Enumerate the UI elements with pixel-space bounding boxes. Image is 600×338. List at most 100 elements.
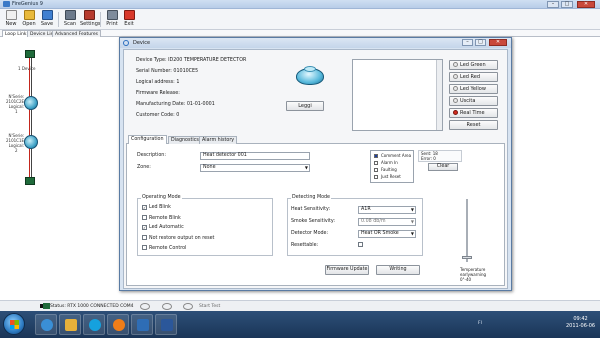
reset-button[interactable]: Reset bbox=[449, 120, 498, 130]
open-button[interactable]: Open bbox=[20, 10, 38, 29]
writing-button[interactable]: Writing bbox=[376, 265, 420, 275]
start-test-text[interactable]: Start Test bbox=[199, 304, 220, 309]
detecting-mode-title: Detecting Mode bbox=[291, 195, 332, 200]
legend-swatch bbox=[374, 175, 378, 179]
led-automatic-checkbox[interactable]: ✓ Led Automatic bbox=[142, 225, 184, 230]
zone-label: Zone: bbox=[137, 165, 151, 170]
resettable-label: Resettable: bbox=[291, 243, 319, 248]
media-player-icon bbox=[113, 319, 125, 331]
taskbar-app-word[interactable] bbox=[155, 314, 177, 335]
operating-mode-title: Operating Mode bbox=[141, 195, 182, 200]
language-indicator[interactable]: FI bbox=[478, 321, 482, 326]
main-toolbar: New Open Save Scan Settings Print Exit bbox=[0, 9, 600, 30]
event-log-scrollbar[interactable] bbox=[436, 60, 442, 130]
device-info: Device Type: ID200 TEMPERATURE DETECTOR … bbox=[136, 58, 286, 124]
taskbar-app-explorer[interactable] bbox=[59, 314, 81, 335]
loop-end-node[interactable] bbox=[25, 177, 35, 185]
record-icon bbox=[453, 110, 458, 115]
serial-number: Serial Number: 01010CE5 bbox=[136, 69, 199, 74]
led-blink-checkbox[interactable]: ✓ Led Blink bbox=[142, 205, 171, 210]
device-close-button[interactable]: ✕ bbox=[489, 39, 507, 46]
ie-icon bbox=[41, 319, 53, 331]
tab-advanced-features[interactable]: Advanced Features bbox=[52, 30, 102, 37]
led-red-button[interactable]: Led Red bbox=[449, 72, 498, 82]
detector-1[interactable] bbox=[24, 96, 38, 110]
firmware-update-button[interactable]: Firmware Update bbox=[325, 265, 369, 275]
explorer-icon bbox=[65, 319, 77, 331]
minimize-button[interactable]: – bbox=[547, 1, 559, 8]
chevron-down-icon: ▼ bbox=[410, 231, 414, 236]
panel-node[interactable] bbox=[25, 50, 35, 58]
remote-control-checkbox[interactable]: Remote Control bbox=[142, 245, 186, 251]
close-button[interactable]: ✕ bbox=[577, 1, 595, 8]
scan-button[interactable]: Scan bbox=[61, 10, 79, 29]
description-label: Description: bbox=[137, 153, 166, 158]
device-maximize-button[interactable]: □ bbox=[475, 39, 486, 46]
exit-button[interactable]: Exit bbox=[120, 10, 138, 29]
new-document-icon bbox=[5, 10, 17, 20]
smoke-sensitivity-select[interactable]: 0.08 db/m ▼ bbox=[358, 218, 416, 226]
real-time-button[interactable]: Real Time bbox=[449, 108, 498, 118]
leggi-button[interactable]: Leggi bbox=[286, 101, 324, 111]
new-button[interactable]: New bbox=[2, 10, 20, 29]
settings-button[interactable]: Settings bbox=[80, 10, 101, 29]
resettable-checkbox[interactable] bbox=[358, 242, 365, 248]
word-icon bbox=[161, 319, 173, 331]
temperature-slider-thumb[interactable] bbox=[462, 256, 472, 259]
detector-image bbox=[294, 64, 324, 88]
print-button[interactable]: Print bbox=[103, 10, 121, 29]
tab-configuration[interactable]: Configuration bbox=[128, 135, 167, 144]
tab-loop-link[interactable]: Loop Link bbox=[2, 30, 30, 37]
status-text: Status: RTX 1000 CONNECTED COM4 bbox=[50, 304, 134, 309]
chevron-down-icon: ▼ bbox=[410, 207, 414, 212]
start-button[interactable] bbox=[3, 313, 25, 335]
counters: Sent: 18 Error: 0 bbox=[418, 150, 462, 162]
remote-blink-checkbox[interactable]: Remote Blink bbox=[142, 215, 181, 221]
app-title-bar: FireGenius 9 – □ ✕ bbox=[0, 0, 600, 9]
clear-button[interactable]: Clear bbox=[428, 163, 458, 171]
device-minimize-button[interactable]: – bbox=[462, 39, 473, 46]
maximize-button[interactable]: □ bbox=[561, 1, 573, 8]
temperature-label: Temperature earlywarning 0°-40 bbox=[460, 267, 487, 282]
loop-wire bbox=[31, 55, 32, 185]
uscita-button[interactable]: Uscita bbox=[449, 96, 498, 106]
app-title: FireGenius 9 bbox=[12, 1, 43, 7]
chevron-down-icon: ▼ bbox=[410, 219, 414, 224]
loop-wire bbox=[29, 55, 30, 185]
status-bar: Status: RTX 1000 CONNECTED COM4 Start Te… bbox=[0, 300, 600, 311]
taskbar-app-media[interactable] bbox=[107, 314, 129, 335]
main-tabs: Loop Link Device List Advanced Features bbox=[0, 30, 600, 37]
temperature-slider-track[interactable] bbox=[466, 199, 468, 262]
save-button[interactable]: Save bbox=[38, 10, 56, 29]
save-disk-icon bbox=[41, 10, 53, 20]
operating-mode-group: Operating Mode ✓ Led Blink Remote Blink ✓… bbox=[137, 195, 273, 256]
heat-sensitivity-select[interactable]: A1R ▼ bbox=[358, 206, 416, 214]
description-input[interactable]: Heat detector 001 bbox=[200, 152, 310, 160]
open-folder-icon bbox=[23, 10, 35, 20]
taskbar-app-ie[interactable] bbox=[35, 314, 57, 335]
taskbar-app-firegenius[interactable] bbox=[131, 314, 153, 335]
detector-mode-label: Detector Mode: bbox=[291, 231, 329, 236]
event-log[interactable] bbox=[352, 59, 443, 131]
tab-diagnostics[interactable]: Diagnostics bbox=[168, 136, 202, 144]
clock[interactable]: 09:42 2011-06-06 bbox=[566, 316, 595, 330]
taskbar-app-skype[interactable] bbox=[83, 314, 105, 335]
detector-mode-select[interactable]: Heat OR Smoke ▼ bbox=[358, 230, 416, 238]
zone-select[interactable]: None ▼ bbox=[200, 164, 310, 172]
connection-icon bbox=[43, 303, 50, 309]
printer-icon bbox=[106, 10, 118, 20]
device-type: Device Type: ID200 TEMPERATURE DETECTOR bbox=[136, 58, 247, 63]
device-window-titlebar: Device – □ ✕ bbox=[120, 38, 511, 48]
tab-alarm-history[interactable]: Alarm history bbox=[199, 136, 238, 144]
settings-tools-icon bbox=[83, 10, 95, 20]
firegenius-icon bbox=[137, 319, 149, 331]
led-yellow-button[interactable]: Led Yellow bbox=[449, 84, 498, 94]
device-tabs: Configuration Diagnostics Alarm history bbox=[126, 135, 505, 144]
detector-2[interactable] bbox=[24, 135, 38, 149]
not-restore-checkbox[interactable]: Not restore output on reset bbox=[142, 235, 214, 241]
scan-progress-icon bbox=[183, 303, 193, 310]
exit-icon bbox=[123, 10, 135, 20]
led-green-button[interactable]: Led Green bbox=[449, 60, 498, 70]
scan-icon bbox=[64, 10, 76, 20]
led-indicator-icon bbox=[453, 86, 458, 91]
